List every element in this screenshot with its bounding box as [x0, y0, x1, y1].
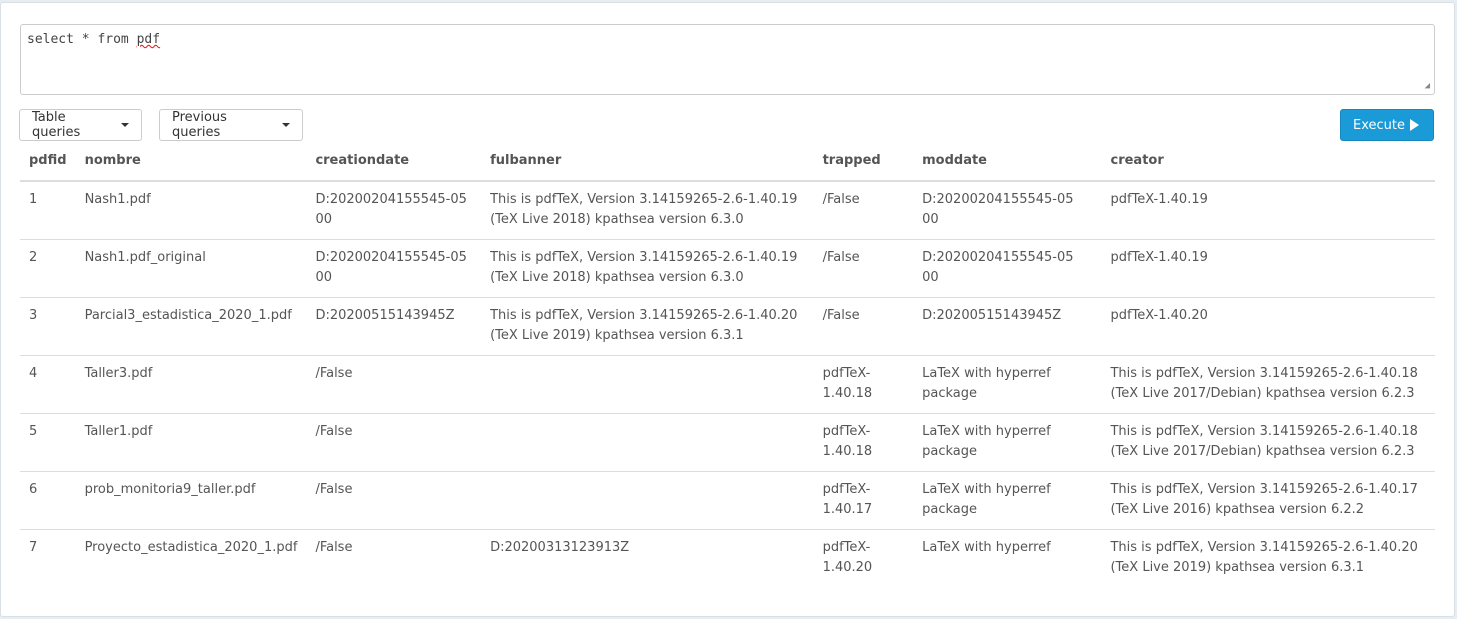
cell-pdfid: 6 — [20, 471, 76, 530]
cell-nombre: Parcial3_estadistica_2020_1.pdf — [75, 297, 307, 356]
cell-moddate: LaTeX with hyperref package — [913, 413, 1102, 472]
table-row: 5 Taller1.pdf/False pdfTeX-1.40.18 LaTeX wi… — [20, 413, 1435, 472]
previous-queries-dropdown[interactable]: Previous queries — [159, 109, 303, 141]
cell-nombre: Taller1.pdf — [75, 413, 307, 472]
cell-fulbanner: D:20200313123913Z — [481, 529, 814, 587]
column-header-nombre[interactable]: nombre — [75, 143, 307, 182]
cell-creator: This is pdfTeX, Version 3.14159265-2.6-1… — [1101, 471, 1435, 530]
cell-creationdate: /False — [306, 413, 482, 472]
cell-nombre: Nash1.pdf — [84, 192, 151, 207]
cell-creator: This is pdfTeX, Version 3.14159265-2.6-1… — [1101, 529, 1435, 587]
cell-moddate: LaTeX with hyperref — [913, 529, 1102, 587]
cell-trapped: /False — [813, 239, 914, 298]
resize-handle-icon[interactable]: ◢ — [1425, 81, 1430, 91]
table-row: 7 Proyecto_estadistica_2020_1.pdf/False D:… — [20, 529, 1435, 587]
results-table: pdfid nombre creationdate fulbanner trapped m… — [20, 143, 1435, 587]
cell-nombre: prob_monitoria9_taller.pdf — [75, 471, 307, 530]
cell-trapped: pdfTeX-1.40.17 — [813, 471, 914, 530]
sql-query-input[interactable]: select * from pdf ◢ — [20, 24, 1435, 95]
table-row: 1 Nash1.pdf D:20200204155545-05 00 This is … — [20, 181, 1435, 240]
execute-button[interactable]: Execute — [1340, 109, 1434, 141]
cell-moddate: D:20200515143945Z — [913, 297, 1102, 356]
execute-label: Execute — [1353, 117, 1405, 133]
column-header-creationdate[interactable]: creationdate — [306, 143, 482, 182]
cell-creationdate: /False — [306, 529, 482, 587]
cell-moddate: D:20200204155545-05 00 — [922, 192, 1074, 227]
cell-creationdate: D:20200204155545-05 00 — [306, 239, 482, 298]
caret-down-icon — [121, 123, 129, 127]
cell-creationdate: /False — [306, 471, 482, 530]
cell-pdfid: 7 — [20, 529, 76, 587]
cell-nombre: Taller3.pdf — [75, 355, 307, 414]
cell-pdfid: 1 — [29, 192, 38, 207]
column-header-moddate[interactable]: moddate — [913, 143, 1102, 182]
cell-moddate: LaTeX with hyperref package — [913, 355, 1102, 414]
cell-creator: This is pdfTeX, Version 3.14159265-2.6-1… — [1101, 413, 1435, 472]
cell-nombre: Proyecto_estadistica_2020_1.pdf — [75, 529, 307, 587]
cell-trapped: pdfTeX-1.40.20 — [813, 529, 914, 587]
table-queries-label: Table queries — [32, 110, 81, 140]
cell-trapped: pdfTeX-1.40.18 — [813, 413, 914, 472]
cell-pdfid: 2 — [20, 239, 76, 298]
cell-pdfid: 4 — [20, 355, 76, 414]
cell-fulbanner — [481, 413, 814, 472]
column-header-fulbanner[interactable]: fulbanner — [481, 143, 814, 182]
table-row: 6 prob_monitoria9_taller.pdf/False pdfTeX-… — [20, 471, 1435, 530]
column-header-trapped[interactable]: trapped — [813, 143, 914, 182]
column-header-creator[interactable]: creator — [1101, 143, 1435, 182]
caret-down-icon — [282, 123, 290, 127]
cell-creator: pdfTeX-1.40.19 — [1101, 239, 1435, 298]
cell-trapped: /False — [822, 192, 860, 207]
cell-nombre: Nash1.pdf_original — [75, 239, 307, 298]
play-icon — [1410, 119, 1419, 131]
table-queries-dropdown[interactable]: Table queries — [19, 109, 142, 141]
cell-pdfid: 5 — [20, 413, 76, 472]
cell-fulbanner: This is pdfTeX, Version 3.14159265-2.6-1… — [481, 239, 814, 298]
cell-fulbanner — [481, 471, 814, 530]
previous-queries-label: Previous queries — [172, 110, 227, 140]
table-row: 3 Parcial3_estadistica_2020_1.pdf D:202005… — [20, 297, 1435, 356]
cell-creationdate: D:20200515143945Z — [306, 297, 482, 356]
cell-creationdate: D:20200204155545-05 00 — [315, 192, 467, 227]
cell-moddate: D:20200204155545-05 00 — [913, 239, 1102, 298]
query-panel: select * from pdf ◢ Table queries Previou… — [0, 2, 1455, 617]
table-row: 2 Nash1.pdf_original D:20200204155545-05 0… — [20, 239, 1435, 298]
cell-pdfid: 3 — [20, 297, 76, 356]
cell-trapped: pdfTeX-1.40.18 — [813, 355, 914, 414]
column-header-pdfid[interactable]: pdfid — [20, 143, 76, 182]
cell-creator: pdfTeX-1.40.20 — [1101, 297, 1435, 356]
cell-fulbanner: This is pdfTeX, Version 3.14159265-2.6-1… — [490, 192, 798, 227]
cell-creator: This is pdfTeX, Version 3.14159265-2.6-1… — [1101, 355, 1435, 414]
table-row: 4 Taller3.pdf/False pdfTeX-1.40.18 LaTeX wi… — [20, 355, 1435, 414]
query-text: select * from — [27, 32, 137, 47]
cell-creator: pdfTeX-1.40.19 — [1110, 192, 1208, 207]
cell-trapped: /False — [813, 297, 914, 356]
cell-fulbanner: This is pdfTeX, Version 3.14159265-2.6-1… — [481, 297, 814, 356]
cell-fulbanner — [481, 355, 814, 414]
cell-moddate: LaTeX with hyperref package — [913, 471, 1102, 530]
cell-creationdate: /False — [306, 355, 482, 414]
query-table-name: pdf — [136, 32, 161, 47]
table-header-row: pdfid nombre creationdate fulbanner trapped m… — [20, 143, 1435, 182]
